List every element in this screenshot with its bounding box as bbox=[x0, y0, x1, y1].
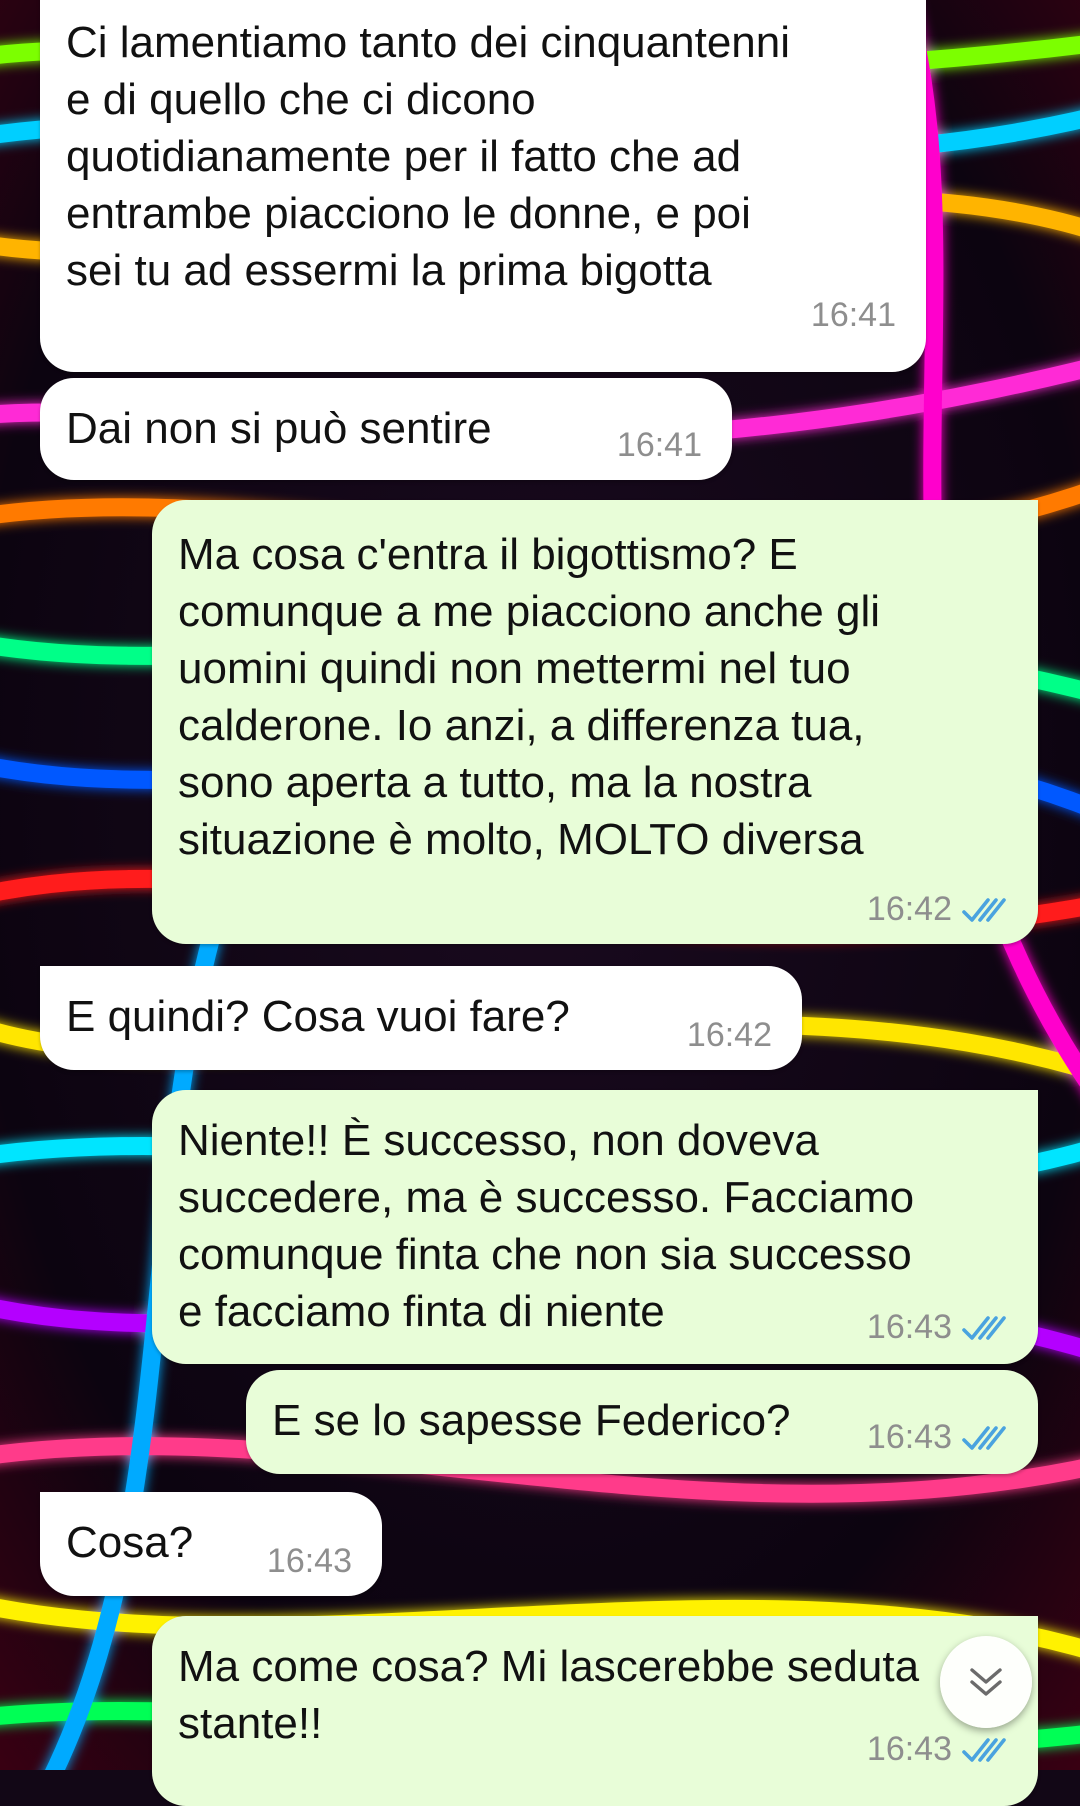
message-time: 16:41 bbox=[616, 426, 702, 464]
message-meta: 16:43 bbox=[867, 1308, 1008, 1347]
message-bubble-outgoing[interactable]: Niente!! È successo, non doveva succeder… bbox=[152, 1090, 1038, 1364]
message-meta: 16:42 bbox=[687, 1016, 772, 1055]
message-bubble-outgoing[interactable]: Ma cosa c'entra il bigottismo? E comunqu… bbox=[152, 500, 1038, 944]
message-time: 16:41 bbox=[810, 296, 896, 334]
message-text: Cosa? bbox=[66, 1518, 194, 1567]
message-meta: 16:43 bbox=[867, 1730, 1008, 1769]
message-list: Ci lamentiamo tanto dei cinquantenni e d… bbox=[0, 0, 1080, 1806]
message-meta: 16:41 bbox=[811, 296, 896, 335]
message-meta: 16:41 bbox=[617, 426, 702, 465]
message-text: E quindi? Cosa vuoi fare? bbox=[66, 992, 570, 1041]
message-time: 16:42 bbox=[686, 1016, 772, 1054]
message-time: 16:43 bbox=[866, 1730, 952, 1768]
message-meta: 16:43 bbox=[867, 1418, 1008, 1457]
message-bubble-incoming[interactable]: Dai non si può sentire 16:41 bbox=[40, 378, 732, 480]
message-bubble-outgoing[interactable]: E se lo sapesse Federico? 16:43 bbox=[246, 1370, 1038, 1474]
message-text: Niente!! È successo, non doveva succeder… bbox=[178, 1116, 915, 1336]
double-check-read-icon bbox=[962, 1737, 1006, 1762]
message-text: Ma cosa c'entra il bigottismo? E comunqu… bbox=[178, 530, 881, 864]
double-check-read-icon bbox=[962, 1315, 1006, 1340]
message-time: 16:42 bbox=[866, 890, 952, 928]
message-meta: 16:43 bbox=[267, 1542, 352, 1581]
message-text: Ci lamentiamo tanto dei cinquantenni e d… bbox=[66, 18, 791, 295]
chevron-down-icon bbox=[970, 1668, 1002, 1696]
double-check-read-icon bbox=[962, 897, 1006, 922]
message-time: 16:43 bbox=[866, 1308, 952, 1346]
message-text: E se lo sapesse Federico? bbox=[272, 1396, 791, 1445]
message-time: 16:43 bbox=[266, 1542, 352, 1580]
message-bubble-outgoing[interactable]: Ma come cosa? Mi lascerebbe seduta stant… bbox=[152, 1616, 1038, 1806]
double-check-read-icon bbox=[962, 1425, 1006, 1450]
message-bubble-incoming[interactable]: Ci lamentiamo tanto dei cinquantenni e d… bbox=[40, 0, 926, 372]
message-time: 16:43 bbox=[866, 1418, 952, 1456]
message-text: Dai non si può sentire bbox=[66, 404, 492, 453]
scroll-to-bottom-button[interactable] bbox=[940, 1636, 1032, 1728]
message-meta: 16:42 bbox=[867, 890, 1008, 929]
message-bubble-incoming[interactable]: Cosa? 16:43 bbox=[40, 1492, 382, 1596]
message-bubble-incoming[interactable]: E quindi? Cosa vuoi fare? 16:42 bbox=[40, 966, 802, 1070]
